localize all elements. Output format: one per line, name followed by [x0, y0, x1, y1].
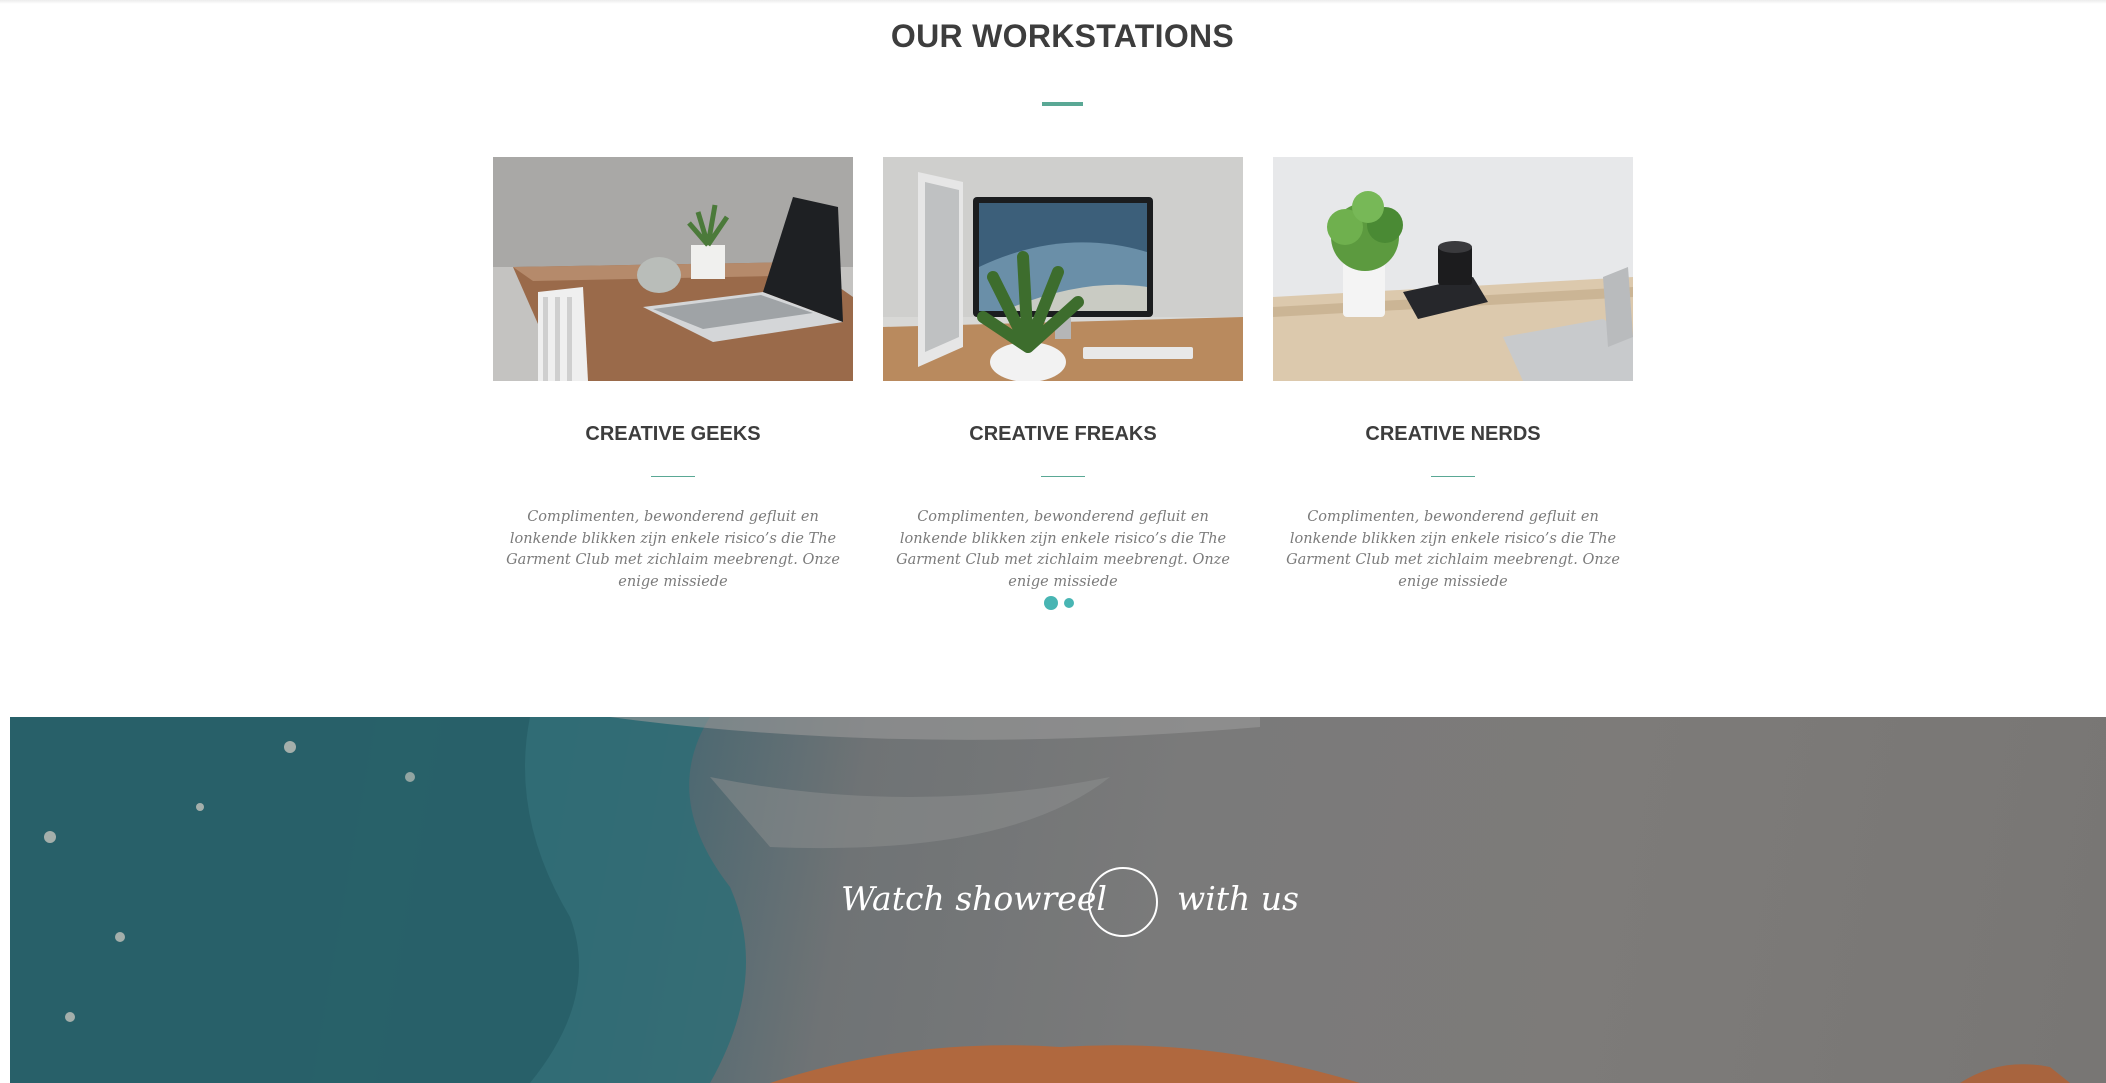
card-title: CREATIVE FREAKS	[969, 423, 1157, 445]
plant-camera-desk-photo	[1273, 157, 1633, 381]
carousel-dot-2[interactable]	[1064, 598, 1074, 608]
showreel-text-before: Watch showreel	[841, 879, 1107, 918]
card-divider	[1041, 476, 1085, 477]
carousel-dot-1[interactable]	[1044, 596, 1058, 610]
workstation-card-nerds: CREATIVE NERDS Complimenten, bewonderend…	[1273, 157, 1633, 590]
top-shadow	[0, 0, 2106, 4]
workstation-card-geeks: CREATIVE GEEKS Complimenten, bewonderend…	[493, 157, 853, 590]
section-title: OUR WORKSTATIONS	[890, 18, 1235, 54]
carousel-pagination	[1044, 596, 1074, 610]
showreel-text-after: with us	[1177, 879, 1299, 918]
laptop-desk-photo	[493, 157, 853, 381]
card-title: CREATIVE GEEKS	[585, 423, 761, 445]
card-title: CREATIVE NERDS	[1365, 423, 1541, 445]
card-divider	[651, 476, 695, 477]
workstation-card-freaks: CREATIVE FREAKS Complimenten, bewonderen…	[883, 157, 1243, 590]
card-description: Complimenten, bewonderend gefluit en lon…	[506, 509, 840, 590]
showreel-banner: Watch showreel with us	[10, 717, 2106, 1083]
title-divider	[1042, 102, 1083, 106]
card-description: Complimenten, bewonderend gefluit en lon…	[896, 509, 1230, 590]
imac-desk-photo	[883, 157, 1243, 381]
play-circle-icon[interactable]	[1088, 867, 1158, 937]
card-description: Complimenten, bewonderend gefluit en lon…	[1286, 509, 1620, 590]
card-divider	[1431, 476, 1475, 477]
